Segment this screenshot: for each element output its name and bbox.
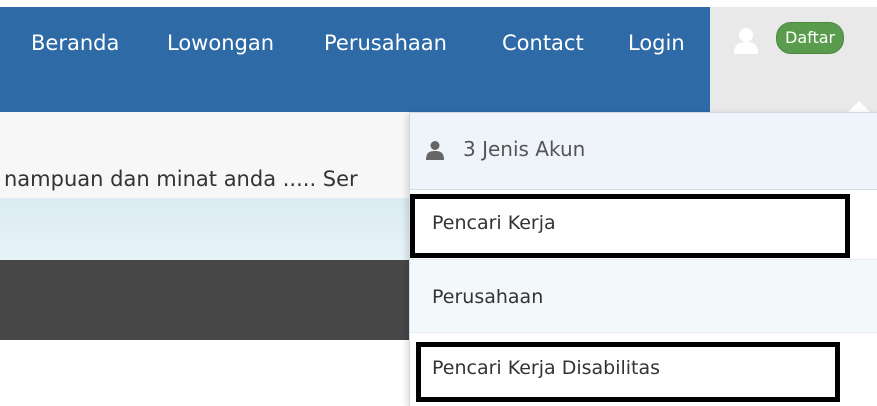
marquee-text: nampuan dan minat anda ..... Ser [4, 167, 358, 191]
user-icon[interactable] [733, 27, 759, 55]
nav-login[interactable]: Login [628, 31, 685, 55]
dropdown-item-label: Perusahaan [432, 286, 544, 308]
dropdown-header: 3 Jenis Akun [410, 113, 877, 190]
highlight-box-pencari-kerja [410, 194, 850, 258]
register-badge[interactable]: Daftar [776, 22, 845, 54]
top-navbar: Beranda Lowongan Perusahaan Contact Logi… [0, 7, 710, 112]
dropdown-item-perusahaan[interactable]: Perusahaan [410, 259, 877, 333]
nav-perusahaan[interactable]: Perusahaan [324, 31, 447, 55]
highlight-box-pencari-kerja-disabilitas [416, 342, 840, 402]
nav-contact[interactable]: Contact [502, 31, 584, 55]
user-icon [426, 141, 444, 160]
user-menu: Daftar [710, 7, 877, 112]
dropdown-caret [848, 101, 870, 112]
top-strip [0, 0, 877, 7]
dropdown-header-title: 3 Jenis Akun [463, 137, 586, 161]
nav-beranda[interactable]: Beranda [31, 31, 119, 55]
nav-lowongan[interactable]: Lowongan [167, 31, 274, 55]
